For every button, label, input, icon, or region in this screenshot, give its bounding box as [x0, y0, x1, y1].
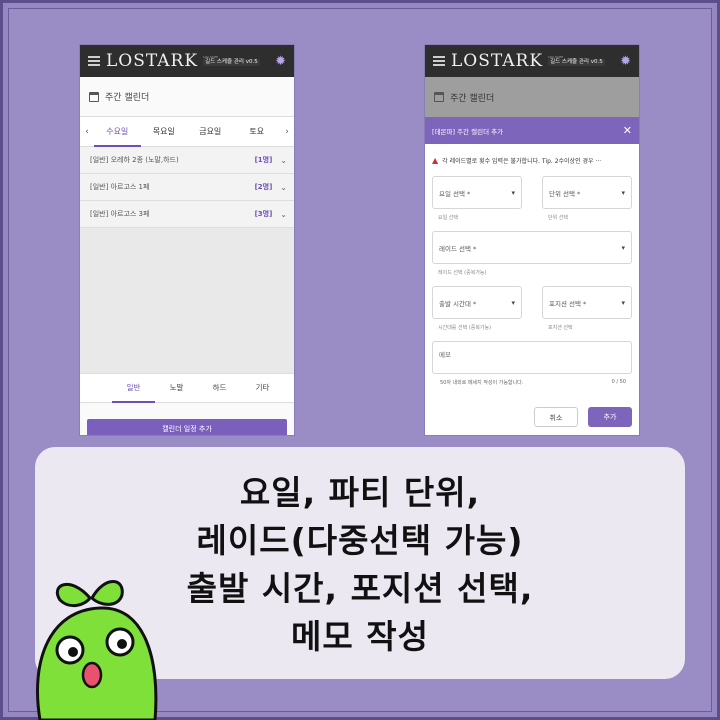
raid-select-label: 레이드 선택 *: [439, 244, 477, 253]
chevron-left-icon[interactable]: ‹: [80, 127, 94, 137]
app-topbar: LOSTARK LOA SCHE 길드 스케쥴 관리 v0.5 ✹: [80, 45, 294, 77]
raid-count: [2명]: [254, 183, 273, 191]
raid-row[interactable]: [일반] 아르고스 1페 [2명] ⌄: [80, 174, 294, 201]
gear-icon[interactable]: ✹: [620, 54, 631, 69]
memo-field[interactable]: 메모: [432, 341, 632, 374]
empty-list-area: [80, 228, 294, 373]
time-select[interactable]: 출발 시간대 * ▾: [432, 286, 522, 319]
calendar-icon: [434, 92, 444, 102]
difficulty-tabs: 일반 노말 하드 기타: [80, 373, 294, 403]
chevron-down-icon[interactable]: ⌄: [280, 156, 287, 165]
cancel-button[interactable]: 취소: [534, 407, 578, 427]
modal-body: ▲ 각 레이드별로 횟수 입력은 불가합니다. Tip. 2수이상인 경우 ··…: [425, 144, 639, 435]
chevron-right-icon[interactable]: ›: [280, 127, 294, 137]
page-header: 주간 캘린더: [80, 77, 294, 117]
add-button[interactable]: 추가: [588, 407, 632, 427]
app-topbar: LOSTARK LOA SCHE 길드 스케쥴 관리 v0.5 ✹: [425, 45, 639, 77]
time-select-label: 출발 시간대 *: [439, 299, 477, 308]
page-title: 주간 캘린더: [105, 93, 150, 103]
raid-name: [일반] 오레하 2종 (노말,하드): [90, 156, 179, 164]
day-select-helper: 요일 선택: [438, 215, 458, 221]
tab-general[interactable]: 일반: [112, 373, 155, 403]
raid-name: [일반] 아르고스 3페: [90, 210, 150, 218]
unit-select-helper: 단위 선택: [548, 215, 568, 221]
raid-count: [1명]: [254, 156, 273, 164]
tab-friday[interactable]: 금요일: [187, 117, 234, 147]
gear-icon[interactable]: ✹: [275, 54, 286, 69]
menu-icon[interactable]: [433, 56, 445, 66]
logo-subtitle: LOA SCHE 길드 스케쥴 관리 v0.5: [548, 55, 605, 67]
chevron-down-icon[interactable]: ⌄: [280, 183, 287, 192]
mascot-sticker: [36, 580, 158, 720]
time-select-helper: 시간대를 선택 (중복가능): [438, 325, 492, 331]
right-phone-screenshot: LOSTARK LOA SCHE 길드 스케쥴 관리 v0.5 ✹ 주간 캘린더…: [425, 45, 639, 435]
modal-title: [데몬파] 주간 캘린더 추가: [432, 127, 504, 136]
raid-row[interactable]: [일반] 아르고스 3페 [3명] ⌄: [80, 201, 294, 228]
tab-saturday[interactable]: 토요: [234, 117, 281, 147]
caret-down-icon: ▾: [511, 188, 515, 197]
warning-message: ▲ 각 레이드별로 횟수 입력은 불가합니다. Tip. 2수이상인 경우 ··…: [432, 144, 632, 176]
position-select[interactable]: 포지션 선택 * ▾: [542, 286, 632, 319]
chevron-down-icon[interactable]: ⌄: [280, 210, 287, 219]
lostark-logo: LOSTARK: [451, 51, 544, 71]
position-select-helper: 포지션 선택: [548, 325, 573, 331]
day-tabs: ‹ 수요일 목요일 금요일 토요 ›: [80, 117, 294, 147]
position-select-label: 포지션 선택 *: [549, 299, 587, 308]
warning-text: 각 레이드별로 횟수 입력은 불가합니다. Tip. 2수이상인 경우 ···: [442, 157, 602, 165]
add-calendar-button[interactable]: 캘린더 일정 추가: [87, 419, 287, 435]
caption-line-1: 요일, 파티 단위,: [239, 473, 481, 512]
memo-counter: 0 / 50: [611, 379, 626, 385]
version-badge: 길드 스케쥴 관리 v0.5: [203, 58, 260, 67]
logo-subtitle: LOA SCHE 길드 스케쥴 관리 v0.5: [203, 55, 260, 67]
caret-down-icon: ▾: [511, 298, 515, 307]
unit-select[interactable]: 단위 선택 * ▾: [542, 176, 632, 209]
unit-select-label: 단위 선택 *: [549, 189, 581, 198]
raid-select[interactable]: 레이드 선택 * ▾: [432, 231, 632, 264]
warning-icon: ▲: [432, 155, 439, 165]
raid-select-helper: 레이드 선택 (중복가능): [438, 270, 487, 276]
version-badge: 길드 스케쥴 관리 v0.5: [548, 58, 605, 67]
day-select[interactable]: 요일 선택 * ▾: [432, 176, 522, 209]
memo-helper-text: 50자 내외로 메세지 작성이 가능합니다.: [440, 380, 524, 386]
caption-line-2: 레이드(다중선택 가능): [196, 521, 524, 560]
modal-header: [데몬파] 주간 캘린더 추가 ✕: [425, 117, 639, 144]
raid-count: [3명]: [254, 210, 273, 218]
add-bar: 캘린더 일정 추가: [80, 403, 294, 435]
raid-row[interactable]: [일반] 오레하 2종 (노말,하드) [1명] ⌄: [80, 147, 294, 174]
page-header-dimmed: 주간 캘린더: [425, 77, 639, 117]
page-title: 주간 캘린더: [450, 93, 495, 104]
modal-actions: 취소 추가: [534, 407, 632, 427]
caret-down-icon: ▾: [621, 243, 625, 252]
day-select-label: 요일 선택 *: [439, 189, 471, 198]
tab-other[interactable]: 기타: [241, 373, 284, 403]
menu-icon[interactable]: [88, 56, 100, 66]
tab-thursday[interactable]: 목요일: [141, 117, 188, 147]
caret-down-icon: ▾: [621, 298, 625, 307]
lostark-logo: LOSTARK: [106, 51, 199, 71]
tab-normal[interactable]: 노말: [155, 373, 198, 403]
caret-down-icon: ▾: [621, 188, 625, 197]
close-icon[interactable]: ✕: [623, 124, 632, 137]
memo-helper: 50자 내외로 메세지 작성이 가능합니다. 0 / 50: [432, 374, 632, 386]
left-phone-screenshot: LOSTARK LOA SCHE 길드 스케쥴 관리 v0.5 ✹ 주간 캘린더…: [80, 45, 294, 435]
tab-hard[interactable]: 하드: [198, 373, 241, 403]
tab-wednesday[interactable]: 수요일: [94, 117, 141, 147]
raid-name: [일반] 아르고스 1페: [90, 183, 150, 191]
calendar-icon: [89, 91, 99, 102]
